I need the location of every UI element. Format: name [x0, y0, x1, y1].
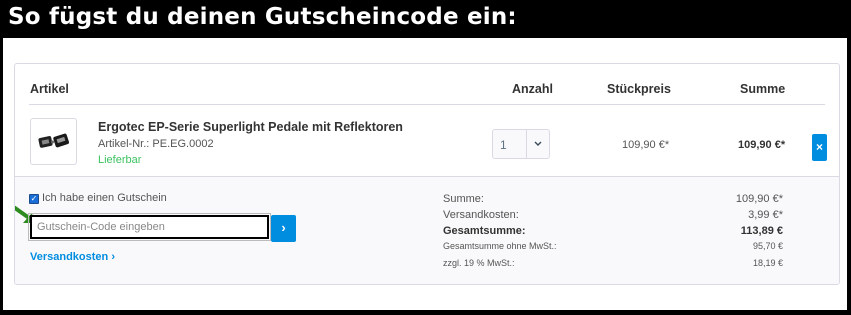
summary-value: 113,89 €: [740, 225, 783, 237]
sku-label: Artikel-Nr.:: [98, 138, 150, 150]
summary-value: 18,19 €: [752, 258, 783, 268]
summary-label: Gesamtsumme:: [443, 225, 526, 237]
quantity-select[interactable]: 1: [492, 129, 550, 159]
summary-row: Gesamtsumme ohne MwSt.: 95,70 €: [443, 241, 783, 255]
summary-row: zzgl. 19 % MwSt.: 18,19 €: [443, 258, 783, 272]
unit-price: 109,90 €*: [622, 139, 670, 151]
summary-row: Versandkosten: 3,99 €*: [443, 209, 783, 223]
chevron-right-icon: ›: [281, 220, 286, 235]
remove-item-button[interactable]: ×: [812, 134, 827, 161]
header-total: Summe: [740, 82, 786, 96]
quantity-value: 1: [500, 138, 507, 152]
summary-row: Summe: 109,90 €*: [443, 193, 783, 207]
cart-footer: ✓ Ich habe einen Gutschein › Versandkost…: [15, 176, 839, 284]
chevron-down-icon: [534, 141, 542, 146]
screenshot-panel: Artikel Anzahl Stückpreis Summe Ergotec …: [3, 38, 847, 310]
availability-status: Lieferbar: [98, 154, 142, 166]
shipping-costs-link[interactable]: Versandkosten ›: [30, 251, 115, 263]
summary-row-total: Gesamtsumme: 113,89 €: [443, 225, 783, 239]
close-icon: ×: [815, 140, 823, 154]
voucher-checkbox-label[interactable]: Ich habe einen Gutschein: [42, 192, 167, 204]
summary-label: zzgl. 19 % MwSt.:: [443, 258, 515, 268]
summary-label: Summe:: [443, 193, 484, 205]
pedal-image: [38, 133, 69, 148]
voucher-checkbox[interactable]: ✓: [29, 194, 39, 204]
summary-value: 3,99 €*: [748, 209, 783, 221]
line-total: 109,90 €*: [738, 139, 786, 151]
quantity-divider: [526, 130, 527, 158]
summary-value: 109,90 €*: [735, 193, 783, 205]
header-quantity: Anzahl: [512, 82, 553, 96]
header-unit-price: Stückpreis: [607, 82, 671, 96]
summary-label: Versandkosten:: [443, 209, 519, 221]
banner-title: So fügst du deinen Gutscheincode ein:: [8, 4, 517, 30]
product-thumbnail[interactable]: [30, 118, 77, 165]
product-sku: Artikel-Nr.: PE.EG.0002: [98, 138, 214, 150]
voucher-submit-button[interactable]: ›: [271, 215, 296, 242]
instruction-banner: So fügst du deinen Gutscheincode ein:: [0, 0, 851, 38]
header-article: Artikel: [30, 82, 69, 96]
sku-value: PE.EG.0002: [152, 138, 214, 150]
voucher-code-input[interactable]: [32, 217, 267, 237]
cart-item-row: Ergotec EP-Serie Superlight Pedale mit R…: [15, 105, 839, 176]
summary-label: Gesamtsumme ohne MwSt.:: [443, 241, 557, 251]
cart-table: Artikel Anzahl Stückpreis Summe Ergotec …: [14, 63, 840, 285]
cart-header: Artikel Anzahl Stückpreis Summe: [15, 64, 839, 104]
voucher-code-input-wrapper: [28, 213, 271, 241]
product-name[interactable]: Ergotec EP-Serie Superlight Pedale mit R…: [98, 120, 403, 134]
summary-value: 95,70 €: [752, 241, 783, 251]
